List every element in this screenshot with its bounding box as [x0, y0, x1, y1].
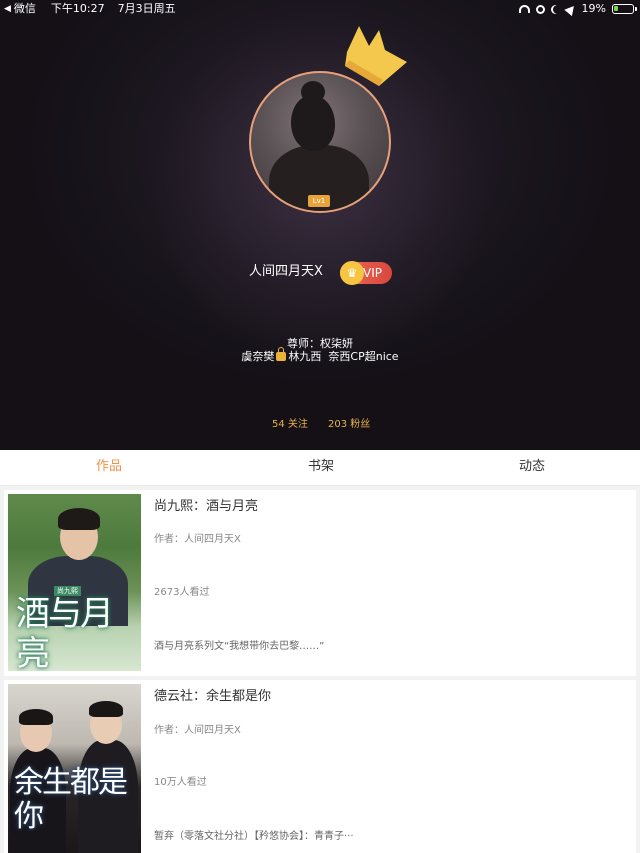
work-author: 作者：人间四月天X: [154, 725, 241, 736]
fans-count[interactable]: 203 粉丝: [328, 418, 370, 432]
status-bar: ◀ 微信 下午10:27 7月3日周五 19%: [0, 0, 640, 18]
vip-crown-icon: ♛: [340, 261, 364, 285]
battery-percent: 19%: [581, 2, 606, 15]
wifi-icon: [518, 5, 530, 13]
tab-bar: 作品 书架 动态: [0, 450, 640, 486]
list-item[interactable]: 余生都是你 德云社：余生都是你 作者：人间四月天X 10万人看过 暂弃（零落文社…: [4, 680, 636, 853]
cover-title: 余生都是你: [14, 765, 128, 834]
avatar-head: [291, 95, 335, 151]
cover-title: 酒与月亮: [16, 594, 114, 671]
list-item[interactable]: 尚九熙 酒与月亮 尚九熙：酒与月亮 作者：人间四月天X 2673人看过 酒与月亮…: [4, 490, 636, 676]
work-author: 作者：人间四月天X: [154, 534, 241, 545]
tab-activity[interactable]: 动态: [519, 450, 545, 486]
bio-line-2-a: 虞奈樊: [241, 350, 275, 363]
work-description: 暂弃（零落文社分社）【矜悠协会】：青青子···: [154, 831, 354, 842]
battery-icon: [612, 4, 637, 14]
work-title[interactable]: 德云社：余生都是你: [154, 688, 271, 706]
profile-header: ◀ 微信 下午10:27 7月3日周五 19% Lv1 人间四月天X ♛ VIP…: [0, 0, 640, 450]
book-cover[interactable]: 尚九熙 酒与月亮: [8, 494, 141, 671]
username: 人间四月天X: [249, 264, 323, 279]
location-icon: [563, 2, 578, 16]
work-views: 10万人看过: [154, 777, 207, 788]
lock-icon: [276, 347, 287, 361]
follow-count[interactable]: 54 关注: [272, 418, 308, 432]
bio-line-1: 尊师：权柒妍: [287, 337, 353, 350]
book-cover[interactable]: 余生都是你: [8, 684, 141, 853]
work-views: 2673人看过: [154, 587, 210, 598]
bio-line-2-b: 林九西: [288, 350, 322, 363]
crown-icon: [345, 26, 407, 86]
tab-works[interactable]: 作品: [96, 450, 122, 486]
back-arrow-icon[interactable]: ◀: [4, 1, 11, 17]
avatar[interactable]: [249, 71, 391, 213]
back-app-label[interactable]: 微信: [14, 1, 36, 17]
vip-label: VIP: [363, 266, 382, 280]
bio-line-2: 虞奈樊 林九西 奈西CP超nice: [0, 347, 640, 364]
vip-badge[interactable]: ♛ VIP: [340, 261, 392, 285]
tab-bookshelf[interactable]: 书架: [308, 450, 334, 486]
moon-icon: [553, 5, 562, 14]
work-title[interactable]: 尚九熙：酒与月亮: [154, 498, 258, 516]
work-description: 酒与月亮系列文“我想带你去巴黎……”: [154, 641, 325, 652]
cover-figure-hair: [89, 701, 123, 717]
rotation-lock-icon: [535, 4, 545, 14]
status-date: 7月3日周五: [117, 2, 176, 15]
bio-line-2-c: 奈西CP超nice: [328, 350, 399, 363]
cover-figure-hair: [19, 709, 53, 725]
status-time: 下午10:27: [50, 2, 105, 15]
level-badge: Lv1: [308, 195, 330, 207]
cover-figure-hair: [58, 508, 100, 530]
